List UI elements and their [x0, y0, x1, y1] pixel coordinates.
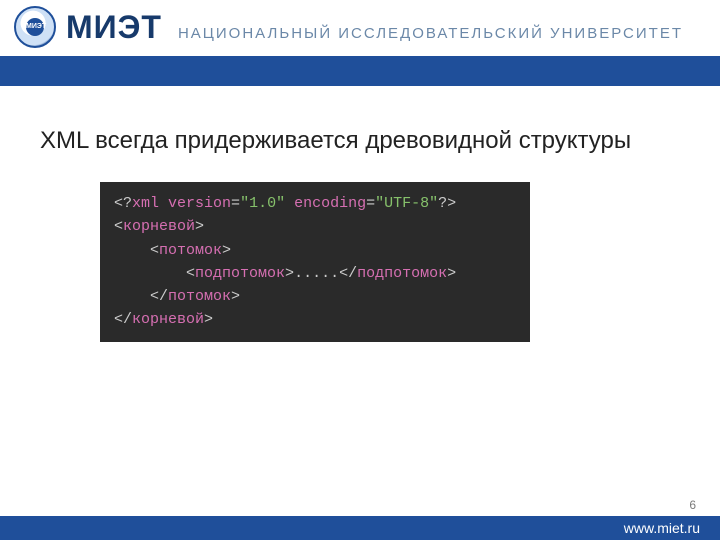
code-token: </ [114, 311, 132, 328]
code-token: < [150, 242, 159, 259]
code-token: = [231, 195, 240, 212]
code-token: > [204, 311, 213, 328]
xml-code-block: <?xml version="1.0" encoding="UTF-8"?> <… [100, 182, 530, 342]
brand-block: МИЭТ НАЦИОНАЛЬНЫЙ ИССЛЕДОВАТЕЛЬСКИЙ УНИВ… [66, 9, 683, 46]
code-token: = [366, 195, 375, 212]
code-indent [114, 288, 150, 305]
code-token: > [447, 265, 456, 282]
code-token: подпотомок [195, 265, 285, 282]
slide-content: XML всегда придерживается древовидной ст… [0, 86, 720, 342]
code-token: потомок [159, 242, 222, 259]
page-number: 6 [689, 498, 696, 512]
code-line-1: <?xml version="1.0" encoding="UTF-8"?> [114, 192, 516, 215]
code-token: > [195, 218, 204, 235]
code-token: < [114, 218, 123, 235]
code-line-2: <корневой> [114, 215, 516, 238]
code-token: > [222, 242, 231, 259]
code-indent [114, 265, 186, 282]
code-line-3: <потомок> [114, 239, 516, 262]
code-token: xml version [132, 195, 231, 212]
code-token: > [285, 265, 294, 282]
slide-title: XML всегда придерживается древовидной ст… [40, 126, 680, 156]
code-token: > [231, 288, 240, 305]
code-token: потомок [168, 288, 231, 305]
brand-acronym: МИЭТ [66, 9, 162, 46]
code-token: encoding [285, 195, 366, 212]
university-logo-icon: МИЭТ [14, 6, 56, 48]
footer-bar: www.miet.ru [0, 516, 720, 540]
university-logo-inner: МИЭТ [26, 18, 44, 36]
header-accent-bar [0, 56, 720, 86]
code-line-4: <подпотомок>.....</подпотомок> [114, 262, 516, 285]
code-line-5: </потомок> [114, 285, 516, 308]
code-token: </ [150, 288, 168, 305]
code-token: ?> [438, 195, 456, 212]
slide-header: МИЭТ МИЭТ НАЦИОНАЛЬНЫЙ ИССЛЕДОВАТЕЛЬСКИЙ… [0, 0, 720, 56]
brand-subtitle: НАЦИОНАЛЬНЫЙ ИССЛЕДОВАТЕЛЬСКИЙ УНИВЕРСИТ… [178, 25, 683, 42]
code-indent [114, 242, 150, 259]
code-token: подпотомок [357, 265, 447, 282]
code-token: "UTF-8" [375, 195, 438, 212]
code-token: </ [339, 265, 357, 282]
code-token: <? [114, 195, 132, 212]
footer-url: www.miet.ru [624, 520, 700, 536]
code-token: корневой [132, 311, 204, 328]
code-token: "1.0" [240, 195, 285, 212]
code-token: < [186, 265, 195, 282]
code-token: корневой [123, 218, 195, 235]
code-token: ..... [294, 265, 339, 282]
code-line-6: </корневой> [114, 308, 516, 331]
